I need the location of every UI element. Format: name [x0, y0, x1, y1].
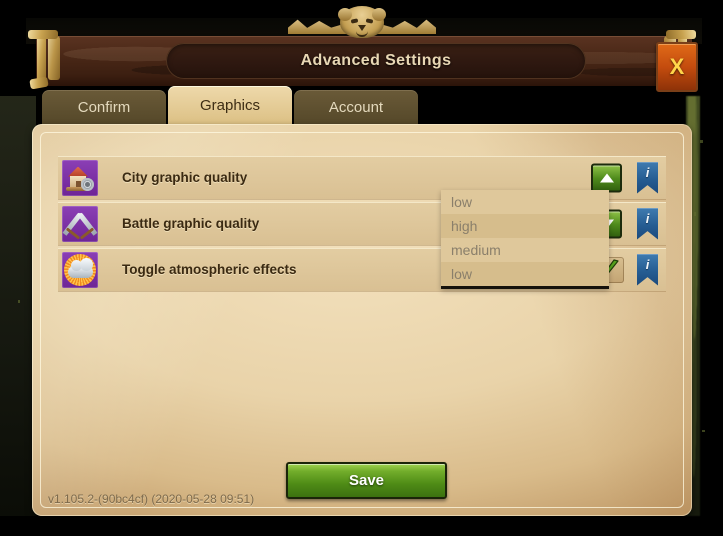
- close-icon: X: [669, 54, 685, 79]
- city-quality-stepper[interactable]: [591, 163, 622, 192]
- dropdown-option[interactable]: high: [441, 214, 609, 238]
- dropdown-option[interactable]: low: [441, 190, 609, 214]
- tab-graphics[interactable]: Graphics: [168, 86, 292, 124]
- ornament-corner-left: [26, 28, 60, 90]
- tab-label: Account: [328, 98, 384, 116]
- tab-bar: Confirm Graphics Account: [42, 86, 420, 124]
- tab-account[interactable]: Account: [294, 90, 418, 124]
- lion-head-crest-icon: [288, 6, 436, 38]
- background-speck: [18, 300, 20, 303]
- version-text: v1.105.2-(90bc4cf) (2020-05-28 09:51): [48, 492, 255, 506]
- setting-label: Battle graphic quality: [122, 216, 260, 231]
- save-button-label: Save: [348, 472, 385, 489]
- crest-wing-left: [288, 19, 348, 34]
- tab-confirm[interactable]: Confirm: [42, 90, 166, 124]
- background-speck: [702, 430, 705, 432]
- dropdown-option[interactable]: low: [441, 262, 609, 286]
- info-letter: i: [645, 256, 650, 272]
- info-icon: i: [637, 207, 658, 240]
- dropdown-option[interactable]: medium: [441, 238, 609, 262]
- crossed-swords-icon: [62, 205, 98, 242]
- save-button[interactable]: Save: [286, 462, 447, 499]
- window-titlebar: Advanced Settings: [36, 36, 692, 86]
- stepper-up-button[interactable]: [591, 163, 622, 192]
- tab-label: Graphics: [199, 96, 261, 114]
- triangle-up-icon: [599, 173, 614, 182]
- crest-wing-right: [376, 19, 436, 34]
- tab-label: Confirm: [77, 98, 131, 116]
- info-letter: i: [645, 210, 650, 226]
- background-speck: [700, 140, 703, 143]
- info-button-city-quality[interactable]: i: [637, 161, 658, 194]
- settings-panel: City graphic quality i Battle graphic qu…: [32, 124, 692, 516]
- info-letter: i: [645, 164, 650, 180]
- screen-root: Advanced Settings X Confirm Graphics Acc…: [0, 0, 723, 536]
- setting-label: City graphic quality: [122, 170, 248, 185]
- info-icon: i: [637, 161, 658, 194]
- info-icon: i: [637, 253, 658, 286]
- info-button-atmospheric-effects[interactable]: i: [637, 253, 658, 286]
- sun-cloud-icon: [62, 251, 98, 288]
- title-plate: Advanced Settings: [166, 43, 586, 79]
- info-button-battle-quality[interactable]: i: [637, 207, 658, 240]
- quality-dropdown-list[interactable]: low high medium low: [441, 190, 609, 289]
- lion-face: [338, 6, 386, 38]
- advanced-settings-window: Advanced Settings X Confirm Graphics Acc…: [24, 6, 700, 516]
- close-button[interactable]: X: [656, 42, 698, 92]
- setting-label: Toggle atmospheric effects: [122, 262, 297, 277]
- city-house-gear-icon: [62, 159, 98, 196]
- page-title: Advanced Settings: [300, 52, 452, 69]
